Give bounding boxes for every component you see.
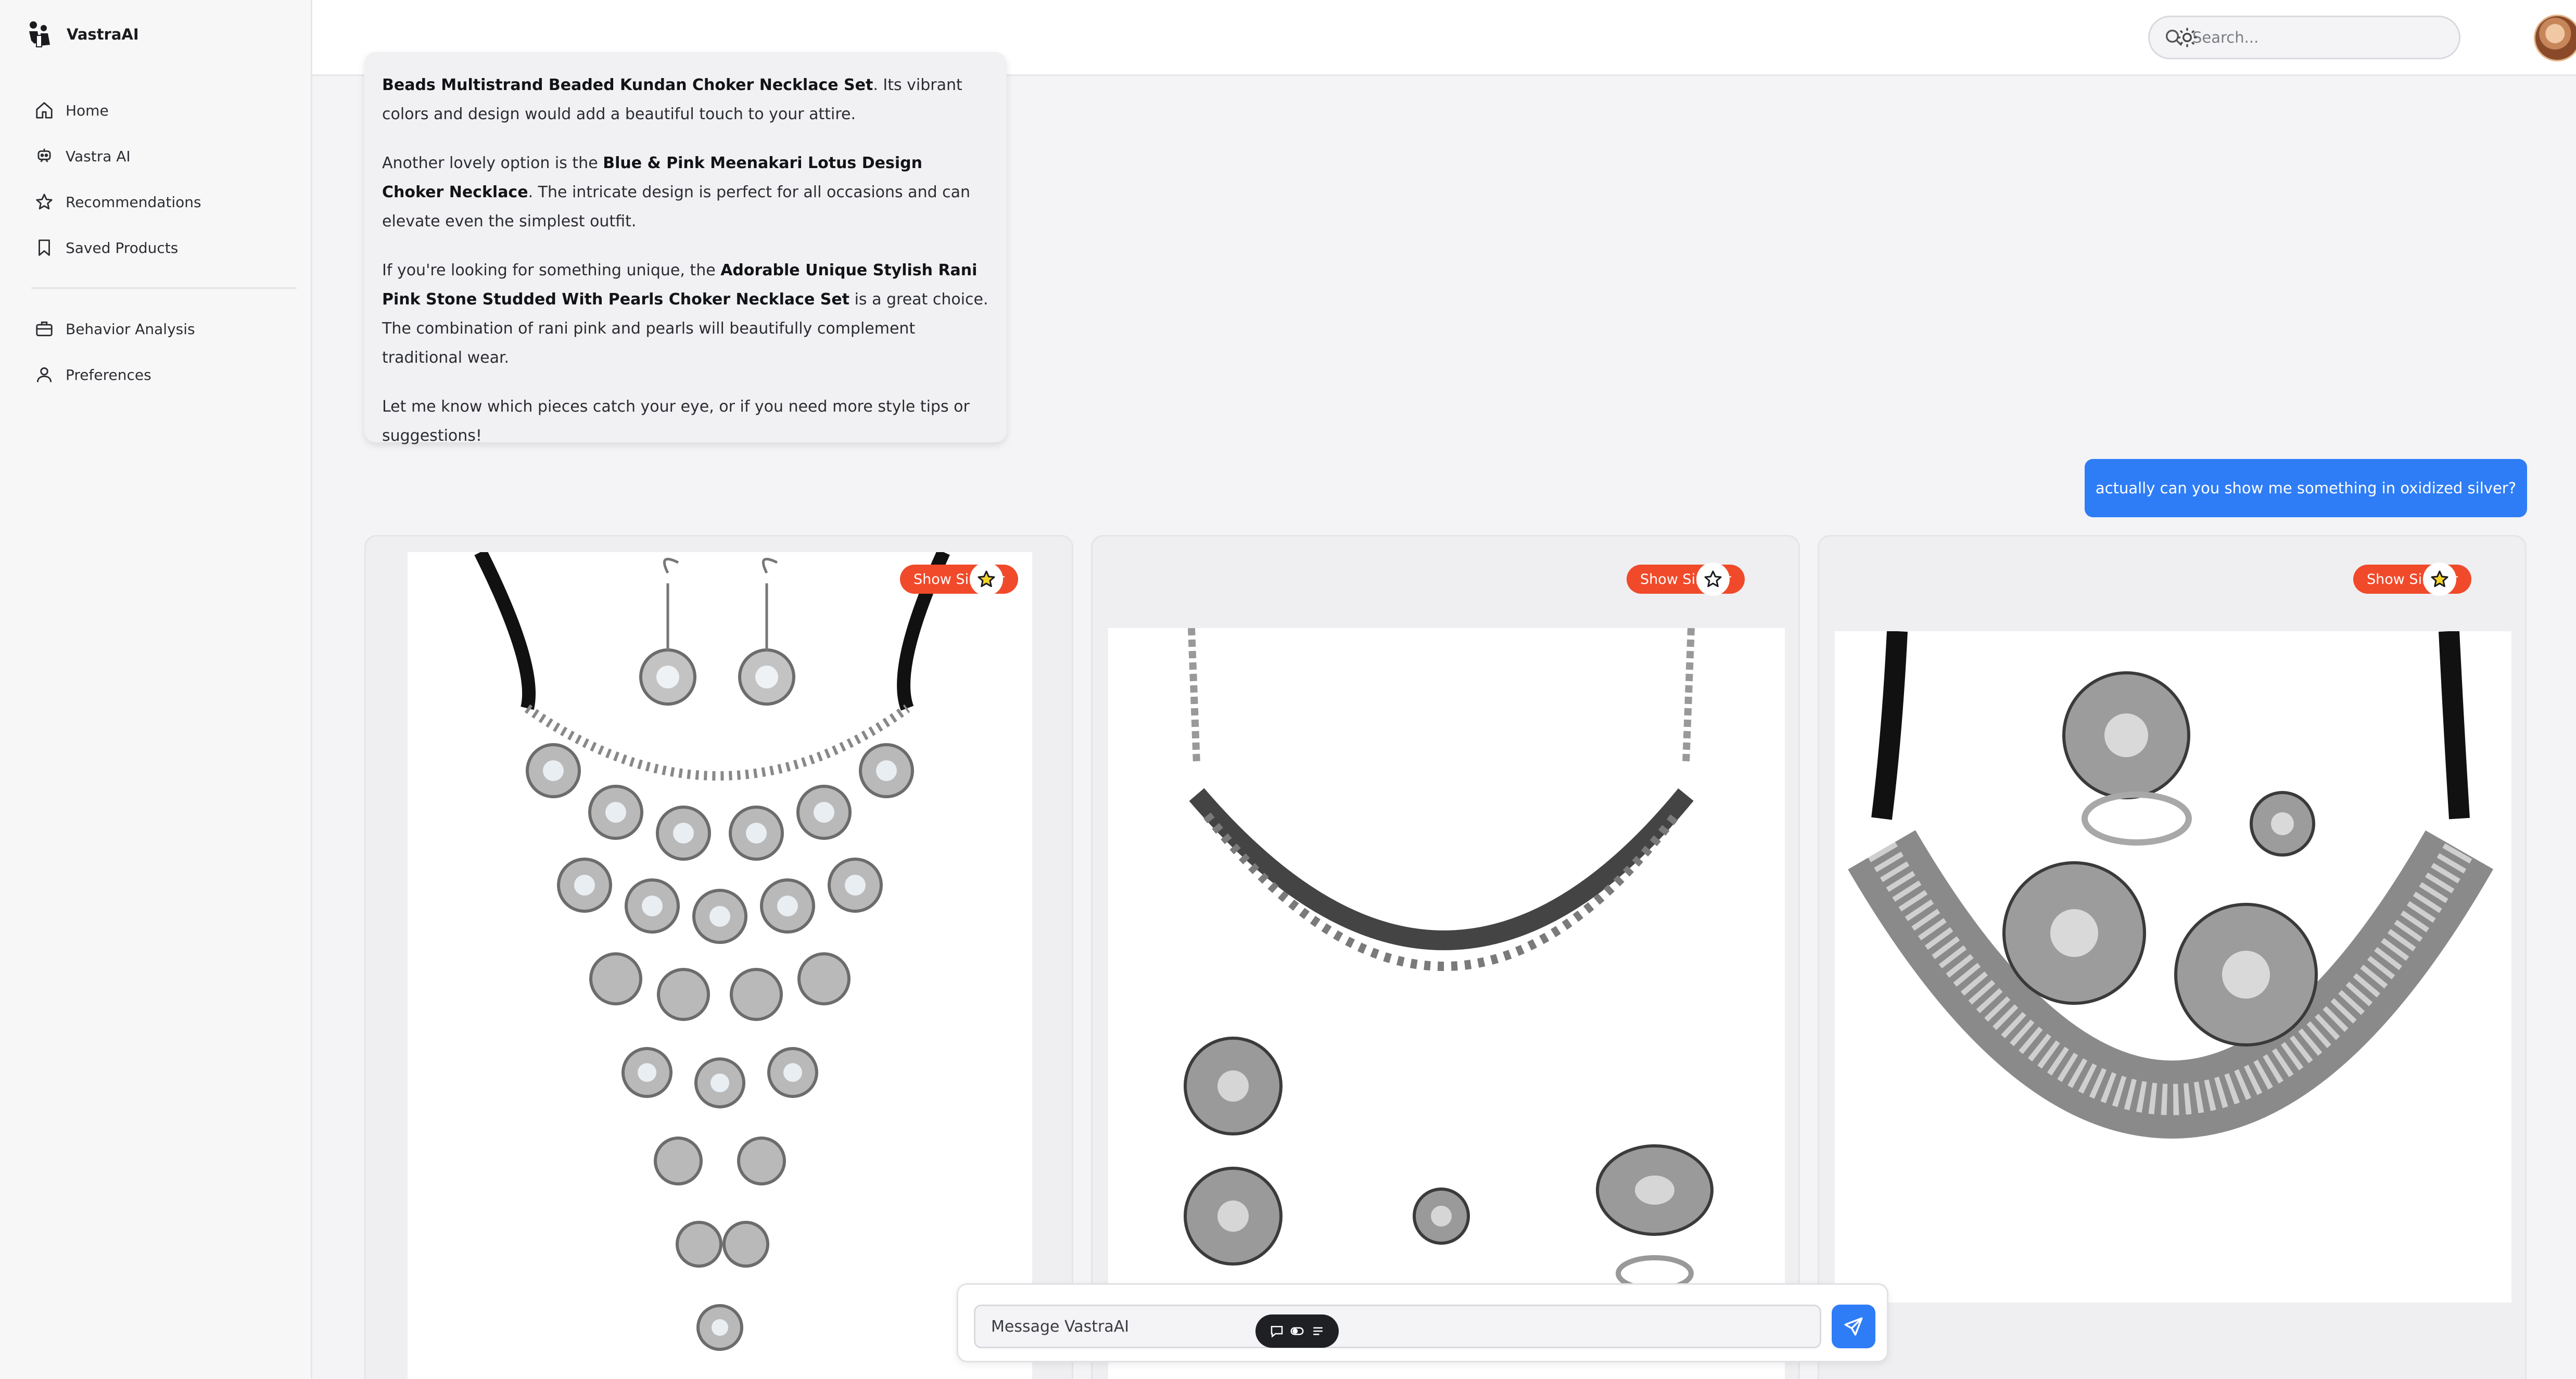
- list-icon[interactable]: [1310, 1323, 1326, 1339]
- chat-bubble-icon[interactable]: [1269, 1323, 1285, 1339]
- sidebar-item-label: Home: [66, 101, 109, 119]
- sidebar: VastraAI Home Vastra AI Recommendations …: [0, 0, 312, 1379]
- brand[interactable]: VastraAI: [26, 20, 139, 49]
- sidebar-primary-nav: Home Vastra AI Recommendations Saved Pro…: [31, 87, 302, 271]
- sidebar-item-behavior-analysis[interactable]: Behavior Analysis: [31, 306, 302, 352]
- send-button[interactable]: [1832, 1305, 1875, 1348]
- product-image[interactable]: [1835, 631, 2511, 1303]
- brand-logo-icon: [29, 21, 50, 47]
- sidebar-divider: [31, 287, 297, 289]
- star-icon: [2431, 570, 2448, 588]
- oxidized-collar-set-image: [1848, 631, 2494, 1139]
- home-icon: [36, 102, 53, 119]
- sidebar-item-label: Recommendations: [66, 193, 201, 211]
- sidebar-item-home[interactable]: Home: [31, 87, 302, 133]
- paragraph-text: If you're looking for something unique, …: [382, 261, 721, 279]
- sidebar-item-label: Saved Products: [66, 239, 179, 257]
- bookmark-icon: [39, 239, 50, 256]
- sidebar-item-vastra-ai[interactable]: Vastra AI: [31, 133, 302, 179]
- toggle-icon[interactable]: [1289, 1323, 1305, 1339]
- sidebar-item-label: Preferences: [66, 366, 151, 384]
- product-card[interactable]: Show Similar: [1818, 535, 2527, 1379]
- message-composer: [957, 1283, 1888, 1362]
- assistant-paragraph-1: Beads Multistrand Beaded Kundan Choker N…: [382, 71, 989, 129]
- sidebar-item-recommendations[interactable]: Recommendations: [31, 179, 302, 225]
- product-name-bold: Beads Multistrand Beaded Kundan Choker N…: [382, 76, 873, 94]
- assistant-paragraph-2: Another lovely option is the Blue & Pink…: [382, 149, 989, 236]
- user-message: actually can you show me something in ox…: [2085, 459, 2527, 517]
- star-icon: [36, 194, 53, 210]
- product-card[interactable]: Show Similar: [1091, 535, 1800, 1379]
- save-star-button[interactable]: [970, 563, 1003, 596]
- assistant-message: Beads Multistrand Beaded Kundan Choker N…: [364, 52, 1007, 445]
- brand-name: VastraAI: [67, 25, 139, 43]
- sidebar-secondary-nav: Behavior Analysis Preferences: [31, 306, 302, 398]
- save-star-button[interactable]: [2423, 563, 2456, 596]
- send-icon: [1844, 1317, 1863, 1336]
- user-icon: [36, 367, 52, 382]
- assistant-paragraph-4: Let me know which pieces catch your eye,…: [382, 398, 970, 445]
- assistant-paragraph-3: If you're looking for something unique, …: [382, 256, 989, 373]
- briefcase-icon: [36, 321, 53, 337]
- product-card[interactable]: Show Similar: [364, 535, 1073, 1379]
- product-image[interactable]: [408, 549, 1032, 1379]
- star-icon: [1704, 570, 1722, 588]
- app-root: VastraAI Home Vastra AI Recommendations …: [0, 0, 2576, 1379]
- oxidized-mirror-bib-necklace-image: [474, 549, 950, 1351]
- save-star-button[interactable]: [1696, 563, 1730, 596]
- oxidized-choker-set-image: [1184, 628, 1714, 1292]
- star-icon: [978, 570, 995, 588]
- sidebar-item-label: Behavior Analysis: [66, 320, 195, 338]
- bot-icon: [37, 148, 51, 162]
- sun-icon[interactable]: [2176, 26, 2199, 49]
- avatar[interactable]: [2534, 15, 2576, 61]
- sidebar-item-label: Vastra AI: [66, 147, 131, 165]
- sidebar-item-saved-products[interactable]: Saved Products: [31, 225, 302, 271]
- search-input[interactable]: [2192, 29, 2442, 46]
- message-input[interactable]: [974, 1305, 1821, 1348]
- product-image[interactable]: [1108, 628, 1785, 1379]
- paragraph-text: Another lovely option is the: [382, 154, 603, 172]
- chat-mode-toolbar: [1255, 1314, 1339, 1348]
- sidebar-item-preferences[interactable]: Preferences: [31, 352, 302, 398]
